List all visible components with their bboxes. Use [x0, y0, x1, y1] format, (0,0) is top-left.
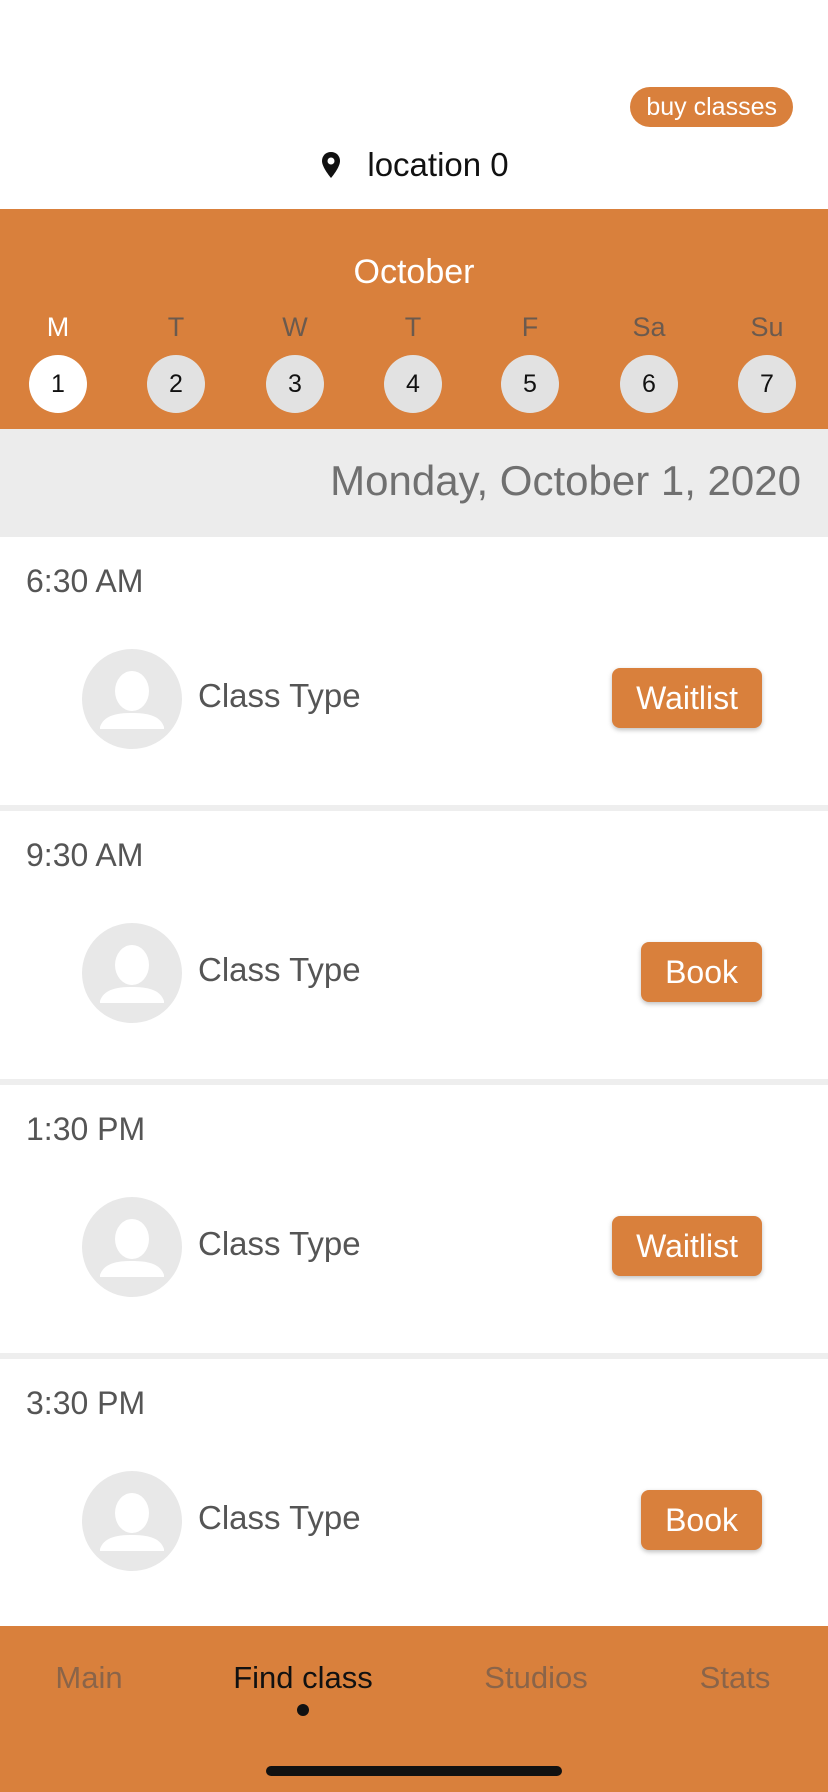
day-number[interactable]: 4 [384, 355, 442, 413]
week-calendar: October M 1 T 2 W 3 T 4 F 5 Sa 6 Su 7 [0, 209, 828, 429]
day-letter: W [282, 312, 308, 342]
book-button[interactable]: Book [641, 942, 762, 1002]
day-number[interactable]: 2 [147, 355, 205, 413]
instructor-avatar [82, 923, 182, 1023]
instructor-avatar [82, 1471, 182, 1571]
day-2[interactable]: T 2 [136, 309, 216, 413]
person-icon [100, 1219, 164, 1277]
class-type: Class Type [198, 677, 361, 714]
header: buy classes location 0 [0, 0, 828, 209]
location-selector[interactable]: location 0 [0, 140, 828, 190]
person-icon [100, 945, 164, 1003]
day-number[interactable]: 6 [620, 355, 678, 413]
nav-stats[interactable]: Stats [700, 1660, 771, 1696]
class-type: Class Type [198, 1499, 361, 1536]
active-tab-indicator [297, 1704, 309, 1716]
day-7[interactable]: Su 7 [727, 309, 807, 413]
day-letter: Sa [632, 312, 666, 342]
day-number[interactable]: 1 [29, 355, 87, 413]
home-indicator[interactable] [266, 1766, 562, 1776]
day-letter: Su [750, 312, 784, 342]
day-letter: T [167, 312, 185, 342]
selected-date: Monday, October 1, 2020 [330, 457, 801, 504]
day-letter: M [46, 312, 70, 342]
day-number[interactable]: 7 [738, 355, 796, 413]
book-button[interactable]: Book [641, 1490, 762, 1550]
day-1[interactable]: M 1 [18, 309, 98, 413]
list-item: 6:30 AM Class Type Waitlist [0, 537, 828, 811]
class-time: 3:30 PM [26, 1385, 146, 1421]
class-time: 6:30 AM [26, 563, 144, 599]
nav-main[interactable]: Main [55, 1660, 122, 1696]
day-letter: F [521, 312, 539, 342]
week-days: M 1 T 2 W 3 T 4 F 5 Sa 6 Su 7 [0, 309, 828, 413]
month-label: October [353, 253, 475, 291]
day-3[interactable]: W 3 [255, 309, 335, 413]
person-icon [100, 671, 164, 729]
day-5[interactable]: F 5 [490, 309, 570, 413]
day-6[interactable]: Sa 6 [609, 309, 689, 413]
day-number[interactable]: 5 [501, 355, 559, 413]
list-item: 3:30 PM Class Type Book [0, 1359, 828, 1627]
day-4[interactable]: T 4 [373, 309, 453, 413]
person-icon [100, 1493, 164, 1551]
waitlist-button[interactable]: Waitlist [612, 1216, 762, 1276]
find-class-screen: buy classes location 0 October M 1 T 2 W… [0, 0, 828, 1792]
buy-classes-button[interactable]: buy classes [630, 87, 793, 127]
class-time: 1:30 PM [26, 1111, 146, 1147]
class-time: 9:30 AM [26, 837, 144, 873]
instructor-avatar [82, 649, 182, 749]
nav-find-class[interactable]: Find class [233, 1660, 373, 1696]
class-type: Class Type [198, 951, 361, 988]
list-item: 1:30 PM Class Type Waitlist [0, 1085, 828, 1359]
instructor-avatar [82, 1197, 182, 1297]
class-list: 6:30 AM Class Type Waitlist 9:30 AM Clas… [0, 537, 828, 1627]
list-item: 9:30 AM Class Type Book [0, 811, 828, 1085]
day-number[interactable]: 3 [266, 355, 324, 413]
selected-date-bar: Monday, October 1, 2020 [0, 429, 828, 537]
location-pin-icon [319, 151, 343, 179]
nav-studios[interactable]: Studios [484, 1660, 587, 1696]
day-letter: T [404, 312, 422, 342]
class-type: Class Type [198, 1225, 361, 1262]
location-label: location 0 [367, 146, 509, 183]
waitlist-button[interactable]: Waitlist [612, 668, 762, 728]
